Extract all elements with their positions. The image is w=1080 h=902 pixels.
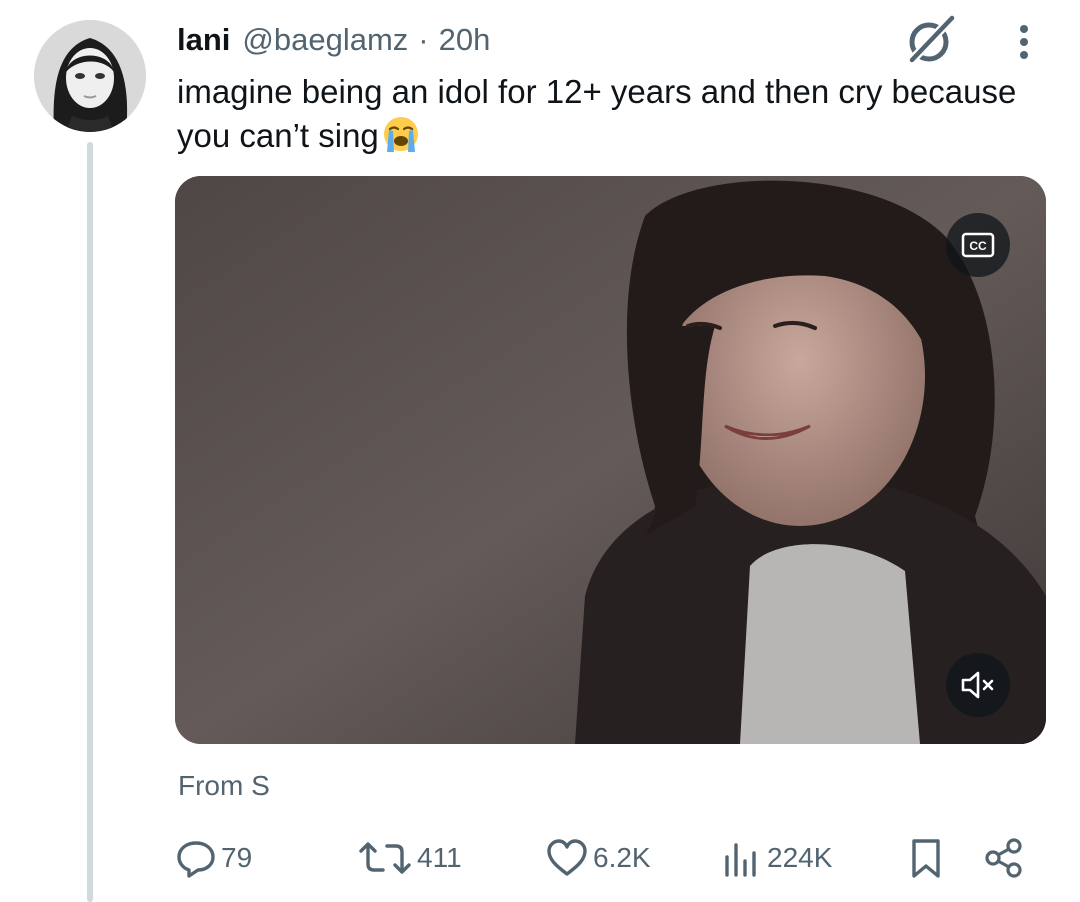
repost-button[interactable]: 411 <box>357 835 462 881</box>
bookmark-icon <box>912 839 940 878</box>
tweet-text-line-1: imagine being an idol for 12+ years and … <box>177 73 1017 110</box>
video-player[interactable]: CC <box>175 176 1046 744</box>
bookmark-button[interactable] <box>905 835 951 881</box>
reply-count: 79 <box>221 842 253 873</box>
crying-face-emoji-icon <box>381 114 421 154</box>
header-separator: · <box>418 22 429 57</box>
views-chart-icon <box>725 843 756 877</box>
unmute-button[interactable] <box>946 653 1010 717</box>
closed-captions-button[interactable]: CC <box>946 213 1010 277</box>
display-name[interactable]: lani <box>177 22 230 58</box>
like-button[interactable]: 6.2K <box>545 835 651 881</box>
closed-captions-icon: CC <box>961 232 995 258</box>
video-frame <box>175 176 1046 744</box>
source-label[interactable]: From S <box>178 770 270 802</box>
share-icon <box>985 838 1022 878</box>
repost-count: 411 <box>417 842 462 873</box>
reply-icon <box>177 841 215 878</box>
views-button[interactable]: 224K <box>721 835 832 881</box>
tweet-text: imagine being an idol for 12+ years and … <box>177 70 1047 158</box>
thread-line <box>87 142 93 902</box>
tweet-text-line-2-text: you can’t sing <box>177 117 379 154</box>
grok-icon[interactable] <box>902 12 958 68</box>
user-handle[interactable]: @baeglamz <box>242 22 408 58</box>
muted-speaker-icon <box>961 671 994 699</box>
tweet-text-line-2: you can’t sing <box>177 114 1047 158</box>
reply-button[interactable]: 79 <box>175 835 252 881</box>
avatar[interactable] <box>34 20 146 132</box>
views-count: 224K <box>767 842 833 873</box>
more-options-icon[interactable] <box>1002 20 1046 64</box>
timestamp[interactable]: 20h <box>439 22 491 58</box>
heart-icon <box>547 839 587 876</box>
share-button[interactable] <box>983 835 1029 881</box>
like-count: 6.2K <box>593 842 651 873</box>
tweet-header: lani @baeglamz · 20h <box>177 20 490 60</box>
repost-icon <box>359 842 411 874</box>
cc-label: CC <box>969 239 987 253</box>
tweet-actions: 79 411 6.2K 224K <box>175 835 1035 881</box>
